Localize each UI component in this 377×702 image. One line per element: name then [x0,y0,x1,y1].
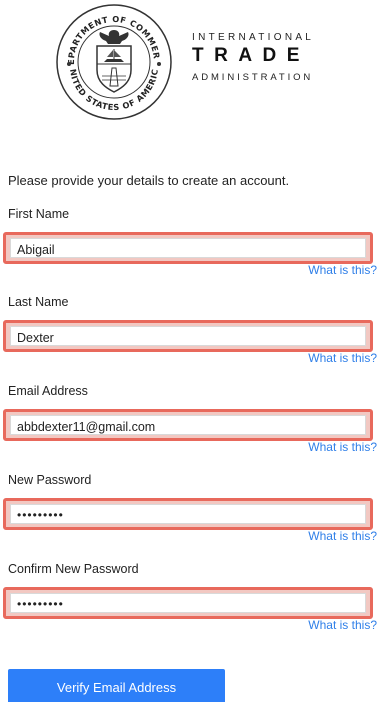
last-name-label: Last Name [8,295,69,309]
header: DEPARTMENT OF COMMERCE UNITED STATES OF … [52,2,352,122]
intro-text: Please provide your details to create an… [8,173,290,188]
new-password-field-highlight: ••••••••• [3,498,373,530]
brand-line-trade: TRADE [192,45,310,66]
last-name-input[interactable]: Dexter [17,331,347,345]
new-password-input[interactable]: ••••••••• [17,508,347,522]
first-name-help-link[interactable]: What is this? [308,263,377,277]
email-input[interactable]: abbdexter11@gmail.com [17,420,347,434]
confirm-password-help-link[interactable]: What is this? [308,618,377,632]
first-name-input[interactable]: Abigail [17,243,347,257]
create-account-page: DEPARTMENT OF COMMERCE UNITED STATES OF … [0,0,377,702]
last-name-field-highlight: Dexter [3,320,373,352]
confirm-password-label: Confirm New Password [8,562,139,576]
confirm-password-input[interactable]: ••••••••• [17,597,347,611]
first-name-label: First Name [8,207,70,221]
email-help-link[interactable]: What is this? [308,440,377,454]
first-name-field[interactable]: Abigail [10,238,366,258]
new-password-help-link[interactable]: What is this? [308,529,377,543]
last-name-field[interactable]: Dexter [10,326,366,346]
new-password-field[interactable]: ••••••••• [10,504,366,524]
brand-line-international: INTERNATIONAL [192,32,315,43]
new-password-label: New Password [8,473,92,487]
first-name-field-highlight: Abigail [3,232,373,264]
last-name-help-link[interactable]: What is this? [308,351,377,365]
confirm-password-field-highlight: ••••••••• [3,587,373,619]
department-of-commerce-seal: DEPARTMENT OF COMMERCE UNITED STATES OF … [52,2,172,120]
confirm-password-field[interactable]: ••••••••• [10,593,366,613]
email-label: Email Address [8,384,88,398]
ita-wordmark: INTERNATIONAL TRADE ADMINISTRATION [192,32,352,92]
email-field-highlight: abbdexter11@gmail.com [3,409,373,441]
email-field[interactable]: abbdexter11@gmail.com [10,415,366,435]
brand-line-administration: ADMINISTRATION [192,72,314,83]
verify-email-button[interactable]: Verify Email Address [8,669,225,702]
